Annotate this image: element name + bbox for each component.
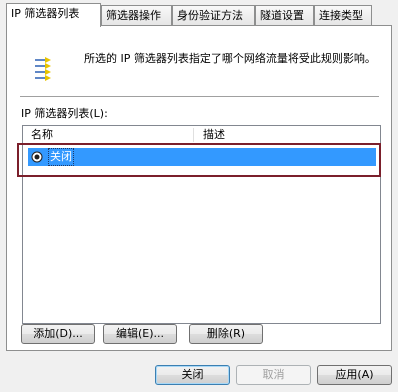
cancel-button: 取消 <box>236 365 311 385</box>
tab-tunnel-settings[interactable]: 隧道设置 <box>255 5 314 25</box>
ip-filter-list-icon <box>35 57 53 84</box>
column-separator[interactable] <box>193 128 194 142</box>
tab-ip-filter-list[interactable]: IP 筛选器列表 <box>6 3 101 27</box>
annotation-highlight-box <box>17 143 381 177</box>
tab-strip: IP 筛选器列表 筛选器操作 身份验证方法 隧道设置 连接类型 <box>0 0 398 27</box>
tab-authentication-methods[interactable]: 身份验证方法 <box>172 5 255 25</box>
close-button[interactable]: 关闭 <box>155 365 230 385</box>
edit-button[interactable]: 编辑(E)... <box>103 324 177 344</box>
tab-connection-type[interactable]: 连接类型 <box>314 5 372 25</box>
apply-button[interactable]: 应用(A) <box>317 365 392 385</box>
column-header-name[interactable]: 名称 <box>31 126 53 144</box>
tab-panel: 所选的 IP 筛选器列表指定了哪个网络流量将受此规则影响。 IP 筛选器列表(L… <box>6 25 392 351</box>
description-text: 所选的 IP 筛选器列表指定了哪个网络流量将受此规则影响。 <box>84 52 376 65</box>
ip-filter-list-label: IP 筛选器列表(L): <box>21 107 108 120</box>
divider <box>20 96 379 98</box>
column-header-description[interactable]: 描述 <box>203 126 225 144</box>
delete-button[interactable]: 删除(R) <box>189 324 263 344</box>
add-button[interactable]: 添加(D)... <box>21 324 95 344</box>
tab-filter-action[interactable]: 筛选器操作 <box>101 5 172 25</box>
